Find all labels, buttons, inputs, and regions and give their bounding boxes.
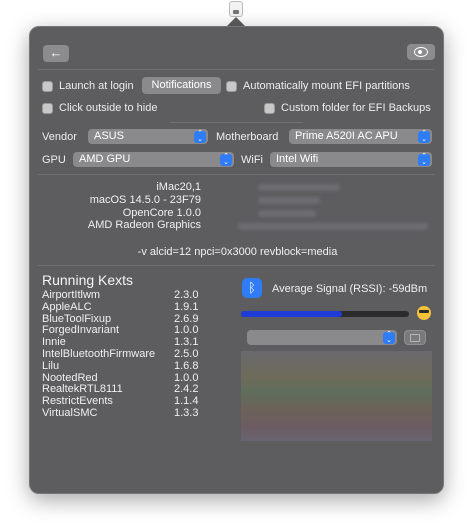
signal-meter — [241, 311, 409, 317]
gpu-select-value: AMD GPU — [79, 153, 131, 165]
opencore-version: OpenCore 1.0.0 — [122, 206, 201, 219]
divider — [170, 122, 303, 123]
checkbox-box[interactable] — [226, 80, 237, 92]
kext-name: VirtualSMC — [42, 406, 98, 419]
divider — [38, 174, 435, 175]
signal-meter-fill — [241, 311, 342, 317]
graphics-name: AMD Radeon Graphics — [87, 219, 201, 232]
back-button[interactable]: ← — [43, 45, 69, 62]
kext-version: 1.6.8 — [174, 359, 199, 372]
kext-row: AppleALC 1.9.1 — [42, 300, 222, 314]
click-outside-hide-checkbox[interactable]: Click outside to hide — [42, 102, 157, 114]
sunglasses-emoji-icon — [417, 306, 431, 320]
eye-icon — [414, 47, 428, 57]
gpu-label: GPU — [42, 154, 66, 166]
checkbox-box[interactable] — [264, 102, 275, 114]
signal-readout: Average Signal (RSSI): -59dBm — [272, 283, 427, 295]
kext-name: AppleALC — [42, 300, 92, 313]
boot-args: -v alcid=12 npci=0x3000 revblock=media — [137, 246, 338, 258]
chevron-updown-icon: ⌃ ⌄ — [194, 130, 206, 143]
wifi-select-value: Intel Wifi — [276, 153, 319, 165]
click-outside-hide-label: Click outside to hide — [59, 102, 158, 114]
kext-row: Lilu 1.6.8 — [42, 359, 222, 373]
custom-efi-folder-checkbox[interactable]: Custom folder for EFI Backups — [264, 102, 431, 114]
kext-version: 1.9.1 — [174, 300, 199, 313]
notifications-button[interactable]: Notifications — [142, 77, 221, 94]
video-preview-button[interactable] — [404, 330, 426, 345]
chevron-updown-icon: ⌃ ⌄ — [418, 153, 430, 166]
redacted-value — [258, 197, 320, 204]
chevron-updown-icon: ⌃ ⌄ — [220, 153, 232, 166]
motherboard-select[interactable]: Prime A520I AC APU ⌃ ⌄ — [289, 129, 432, 144]
model-identifier: iMac20,1 — [156, 181, 201, 193]
redacted-value — [258, 184, 340, 191]
kext-list: AirportItlwm 2.3.0 AppleALC 1.9.1 BlueToolFi… — [42, 289, 222, 420]
auto-mount-efi-label: Automatically mount EFI partitions — [243, 80, 410, 92]
auto-mount-efi-checkbox[interactable]: Automatically mount EFI partitions — [226, 80, 410, 92]
divider — [38, 265, 435, 266]
redacted-value — [258, 210, 316, 217]
signal-value: -59dBm — [388, 283, 428, 295]
signal-history-graph — [241, 351, 432, 441]
motherboard-select-value: Prime A520I AC APU — [295, 130, 398, 142]
vendor-label: Vendor — [42, 131, 77, 143]
chevron-updown-icon: ⌃ ⌄ — [418, 130, 430, 143]
device-select[interactable]: ⌃ ⌄ — [247, 330, 397, 345]
kext-name: IntelBluetoothFirmware — [42, 347, 156, 360]
wifi-select[interactable]: Intel Wifi ⌃ ⌄ — [270, 152, 432, 167]
wifi-label: WiFi — [241, 154, 263, 166]
visibility-toggle-button[interactable] — [407, 44, 435, 60]
custom-efi-folder-label: Custom folder for EFI Backups — [281, 102, 431, 114]
kext-row: VirtualSMC 1.3.3 — [42, 406, 222, 420]
vendor-select-value: ASUS — [94, 130, 124, 142]
bluetooth-icon: ᛒ — [242, 278, 262, 298]
redacted-value — [238, 223, 428, 230]
checkbox-box[interactable] — [42, 102, 53, 114]
menubar-app-icon[interactable] — [229, 1, 243, 17]
kext-name: Lilu — [42, 359, 60, 372]
launch-at-login-checkbox[interactable]: Launch at login — [42, 80, 134, 92]
gpu-select[interactable]: AMD GPU ⌃ ⌄ — [73, 152, 234, 167]
kext-row: IntelBluetoothFirmware 2.5.0 — [42, 347, 222, 361]
system-info-block: iMac20,1 macOS 14.5.0 - 23F79 OpenCore 1… — [30, 181, 201, 232]
motherboard-label: Motherboard — [216, 131, 279, 143]
chevron-updown-icon: ⌃ ⌄ — [383, 331, 395, 344]
popover-panel: ← Launch at login Notifications Automati… — [29, 26, 444, 494]
divider — [38, 69, 435, 70]
launch-at-login-label: Launch at login — [59, 80, 134, 92]
arrow-left-icon: ← — [49, 45, 63, 60]
running-kexts-title: Running Kexts — [42, 272, 134, 288]
signal-label: Average Signal (RSSI): — [272, 283, 386, 295]
kext-version: 1.3.3 — [174, 406, 199, 419]
macos-version: macOS 14.5.0 - 23F79 — [89, 193, 201, 206]
checkbox-box[interactable] — [42, 80, 53, 92]
vendor-select[interactable]: ASUS ⌃ ⌄ — [88, 129, 208, 144]
kext-version: 2.5.0 — [174, 347, 199, 360]
